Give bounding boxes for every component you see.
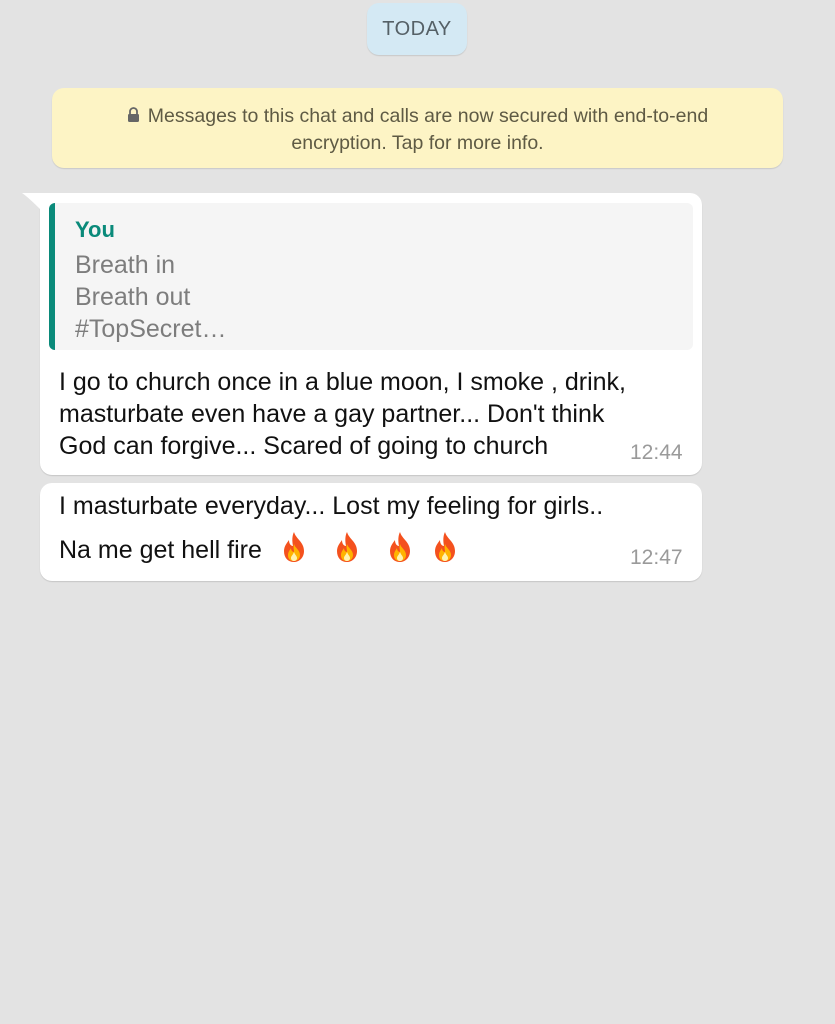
fire-icon bbox=[383, 530, 417, 572]
fire-icon bbox=[330, 530, 364, 572]
encryption-notice-line-1: Messages to this chat and calls are now … bbox=[82, 103, 753, 130]
date-chip: TODAY bbox=[367, 3, 467, 55]
message-text-line: I go to church once in a blue moon, I sm… bbox=[59, 368, 626, 396]
bubble-tail bbox=[22, 193, 42, 211]
quote-line: Breath in bbox=[75, 251, 176, 279]
encryption-notice[interactable]: Messages to this chat and calls are now … bbox=[52, 88, 783, 168]
message-time: 12:44 bbox=[630, 441, 683, 464]
encryption-notice-line-2: encryption. Tap for more info. bbox=[291, 132, 544, 154]
date-chip-label: TODAY bbox=[382, 17, 452, 40]
fire-icon bbox=[277, 530, 311, 572]
quoted-message[interactable]: You Breath in Breath out #TopSecret… bbox=[49, 203, 693, 350]
quote-line: Breath out bbox=[75, 283, 191, 311]
message-text-line-with-emoji: Na me get hell fire bbox=[59, 530, 462, 572]
fire-icon bbox=[428, 530, 462, 572]
encryption-notice-text-1: Messages to this chat and calls are now … bbox=[147, 105, 709, 127]
message-text-line: masturbate even have a gay partner... Do… bbox=[59, 400, 605, 428]
quote-line: #TopSecret… bbox=[75, 315, 227, 343]
quote-author: You bbox=[75, 217, 115, 242]
message-text-line: I masturbate everyday... Lost my feeling… bbox=[59, 492, 604, 520]
message-bubble[interactable]: I masturbate everyday... Lost my feeling… bbox=[40, 483, 702, 581]
chat-view[interactable]: TODAY Messages to this chat and calls ar… bbox=[0, 0, 835, 1024]
quote-accent-bar bbox=[49, 203, 55, 350]
message-bubble[interactable]: You Breath in Breath out #TopSecret… I g… bbox=[22, 193, 702, 475]
message-text: Na me get hell fire bbox=[59, 536, 262, 564]
message-time: 12:47 bbox=[630, 546, 683, 569]
lock-icon bbox=[127, 104, 140, 130]
message-text-line: God can forgive... Scared of going to ch… bbox=[59, 432, 549, 460]
